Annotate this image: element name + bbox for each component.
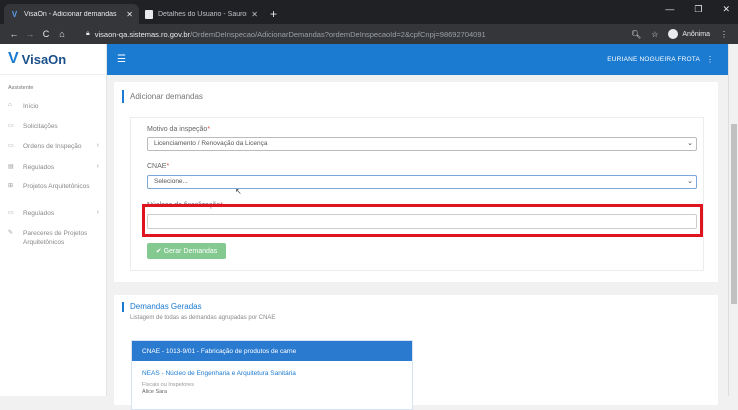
card-title: Demandas Geradas	[122, 302, 202, 312]
minimize-icon[interactable]: —	[665, 4, 674, 15]
browser-tab-active[interactable]: V VisaOn - Adicionar demandas ✕	[4, 4, 139, 24]
demands-generated-card: Demandas Geradas Listagem de todas as de…	[114, 295, 718, 410]
url-domain: visaon-qa.sistemas.ro.gov.br	[94, 29, 191, 39]
motivo-label-text: Motivo da inspeção	[147, 126, 208, 133]
document-icon: ▭	[8, 123, 14, 129]
cnae-group-panel: CNAE - 1013-9/01 - Fabricação de produto…	[131, 340, 413, 410]
cnae-value: Selecione...	[154, 178, 188, 185]
mouse-cursor-icon: ↖	[235, 187, 242, 196]
kebab-menu-icon[interactable]: ⋮	[706, 55, 714, 64]
sidebar-item-label: Início	[23, 103, 39, 110]
close-tab-icon[interactable]: ✕	[126, 10, 133, 19]
chevron-down-icon: ⌄	[687, 178, 693, 185]
document-icon: ▭	[8, 210, 14, 216]
button-label: Gerar Demandas	[163, 247, 218, 255]
main-content: Adicionar demandas Motivo da inspeção* L…	[107, 75, 728, 410]
chevron-right-icon: ›	[96, 163, 99, 170]
sidebar-item-ordens[interactable]: ▭ Ordens de Inspeção ›	[0, 142, 107, 151]
sidebar: V VisaOn Assistente ⌂ Início ▭ Solicitaç…	[0, 44, 107, 396]
app-header: ☰ EURIANE NOGUEIRA FROTA ⋮	[107, 44, 728, 75]
sidebar-item-projetos[interactable]: ⊞ Projetos Arquitetônicos	[0, 182, 107, 191]
hamburger-menu-icon[interactable]: ☰	[117, 54, 126, 65]
back-icon[interactable]: ←	[6, 29, 22, 39]
form-panel: Motivo da inspeção* Licenciamento / Reno…	[130, 117, 704, 271]
check-icon: ✔	[155, 248, 162, 255]
star-icon[interactable]: ☆	[651, 30, 658, 39]
pencil-icon: ✎	[8, 230, 14, 236]
page-scrollbar[interactable]	[728, 44, 738, 396]
reload-icon[interactable]: C	[38, 29, 54, 39]
logo-text: VisaOn	[21, 51, 67, 67]
cnae-group-heading: CNAE - 1013-9/01 - Fabricação de produto…	[132, 341, 412, 361]
sidebar-item-label: Ordens de Inspeção	[23, 143, 82, 150]
visaon-tab-icon: V	[11, 9, 18, 19]
motivo-select[interactable]: Licenciamento / Renovação da Licença ⌄	[147, 137, 697, 151]
sidebar-item-label: Regulados	[23, 164, 55, 171]
sidebar-item-label: Pareceres de Projetos Arquitetônicos	[23, 230, 88, 246]
chevron-down-icon: ⌄	[687, 140, 693, 147]
address-bar: ← → C ⌂ 🔒︎ visaon-qa.sistemas.ro.gov.br …	[0, 24, 738, 44]
blueprint-icon: ⊞	[8, 183, 14, 189]
sidebar-item-regulados[interactable]: ▤ Regulados ›	[0, 163, 107, 172]
sidebar-section-title: Assistente	[8, 85, 34, 91]
incognito-icon	[668, 29, 679, 39]
building-icon: ▤	[8, 164, 14, 170]
cnae-label: CNAE*	[147, 163, 169, 170]
scrollbar-thumb[interactable]	[731, 124, 737, 304]
url-path: /OrdemDeInspecao/AdicionarDemandas?ordem…	[190, 29, 486, 39]
home-icon[interactable]: ⌂	[54, 29, 70, 39]
sidebar-item-regulados-2[interactable]: ▭ Regulados ›	[0, 209, 107, 218]
app-logo[interactable]: V VisaOn	[0, 44, 106, 75]
zoom-icon[interactable]: 🔍︎	[631, 30, 641, 39]
tab-title: Detalhes do Usuario - Sauron.Ge	[158, 10, 247, 18]
logo-mark: V	[8, 50, 19, 67]
sidebar-item-label: Regulados	[23, 210, 55, 217]
fiscal-name: Alice Sara	[142, 389, 168, 395]
chevron-right-icon: ›	[96, 142, 99, 149]
highlight-box	[142, 204, 703, 237]
close-tab-icon[interactable]: ✕	[251, 10, 258, 19]
lock-icon: 🔒︎	[86, 30, 90, 37]
required-mark: *	[207, 126, 211, 133]
chevron-right-icon: ›	[96, 209, 99, 216]
restore-icon[interactable]: ❐	[694, 4, 702, 15]
profile-button[interactable]: Anônima	[668, 29, 710, 39]
cnae-select[interactable]: Selecione... ⌄	[147, 175, 697, 189]
page-tab-icon	[145, 9, 153, 19]
close-window-icon[interactable]: ✕	[722, 4, 730, 15]
fiscais-label: Fiscais ou Inspetores	[142, 382, 194, 388]
browser-tab[interactable]: Detalhes do Usuario - Sauron.Ge ✕	[139, 4, 264, 24]
url-field[interactable]: 🔒︎ visaon-qa.sistemas.ro.gov.br /OrdemDe…	[86, 30, 631, 39]
home-icon: ⌂	[8, 102, 12, 108]
sidebar-item-label: Projetos Arquitetônicos	[23, 183, 90, 190]
browser-tab-bar: V VisaOn - Adicionar demandas ✕ Detalhes…	[0, 0, 738, 24]
cnae-label-text: CNAE	[147, 163, 167, 170]
profile-label: Anônima	[682, 30, 710, 38]
card-title: Adicionar demandas	[122, 90, 203, 103]
tab-title: VisaOn - Adicionar demandas	[24, 10, 117, 18]
add-demands-card: Adicionar demandas Motivo da inspeção* L…	[114, 82, 718, 282]
sidebar-item-pareceres[interactable]: ✎ Pareceres de Projetos Arquitetônicos	[0, 229, 107, 247]
window-controls: — ❐ ✕	[665, 4, 730, 15]
forward-icon[interactable]: →	[22, 29, 38, 39]
menu-icon[interactable]: ⋮	[720, 30, 728, 39]
gerar-demandas-button[interactable]: ✔ Gerar Demandas	[147, 243, 226, 259]
motivo-label: Motivo da inspeção*	[147, 126, 210, 133]
sidebar-item-solicitacoes[interactable]: ▭ Solicitações	[0, 122, 107, 131]
new-tab-button[interactable]: +	[270, 4, 277, 24]
card-subtitle: Listagem de todas as demandas agrupadas …	[130, 315, 276, 321]
required-mark: *	[166, 163, 170, 170]
sidebar-item-label: Solicitações	[23, 123, 58, 130]
sidebar-item-inicio[interactable]: ⌂ Início	[0, 102, 107, 111]
nucleo-link[interactable]: NEAS - Núcleo de Engenharia e Arquitetur…	[132, 361, 412, 377]
motivo-value: Licenciamento / Renovação da Licença	[154, 140, 268, 147]
document-icon: ▭	[8, 143, 14, 149]
user-name[interactable]: EURIANE NOGUEIRA FROTA	[607, 56, 700, 63]
